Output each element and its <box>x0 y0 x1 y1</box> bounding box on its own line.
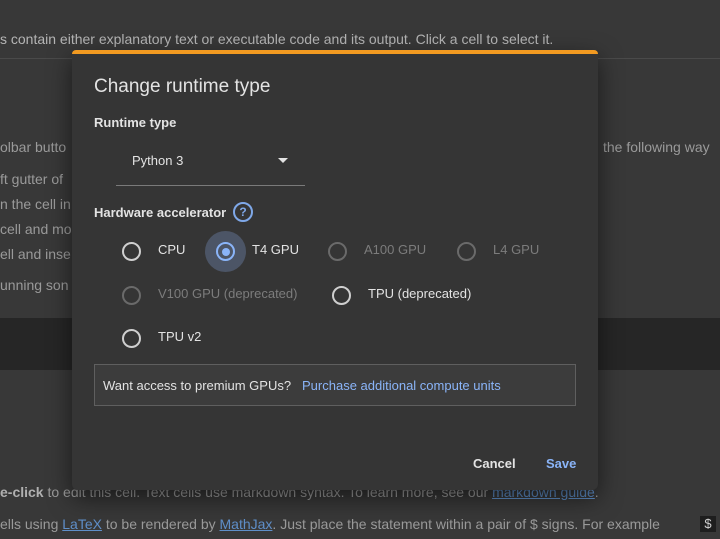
intro-text: s contain either explanatory text or exe… <box>0 31 554 47</box>
text-line-latex: ells using LaTeX to be rendered by MathJ… <box>0 516 660 532</box>
text-fragment: ft gutter of <box>0 171 64 187</box>
radio-label: CPU <box>158 242 186 257</box>
radio-label: L4 GPU <box>493 242 540 257</box>
radio-label: V100 GPU (deprecated) <box>158 286 298 301</box>
cancel-button[interactable]: Cancel <box>473 456 516 471</box>
hardware-accelerator-label: Hardware accelerator <box>94 205 227 220</box>
radio-button[interactable] <box>332 286 351 305</box>
radio-label: A100 GPU <box>364 242 427 257</box>
radio-button[interactable] <box>122 329 141 348</box>
dialog-progress-bar <box>72 50 598 54</box>
radio-label: TPU v2 <box>158 329 202 344</box>
dropdown-arrow-icon <box>278 158 288 163</box>
radio-button-disabled <box>328 242 347 261</box>
text-fragment: olbar butto <box>0 139 67 155</box>
radio-button[interactable] <box>122 242 141 261</box>
text-fragment: n the cell in <box>0 196 71 212</box>
radio-label: T4 GPU <box>252 242 299 257</box>
runtime-type-select[interactable]: Python 3 <box>116 142 305 186</box>
change-runtime-dialog: Change runtime type Runtime type Python … <box>72 50 598 490</box>
purchase-compute-units-link[interactable]: Purchase additional compute units <box>302 378 501 393</box>
inline-code-chip: $ <box>700 516 716 532</box>
body-text: to be rendered by <box>101 516 220 532</box>
bold-text: e-click <box>0 484 44 500</box>
premium-gpu-banner: Want access to premium GPUs? Purchase ad… <box>94 364 576 406</box>
help-icon[interactable]: ? <box>233 202 253 222</box>
radio-button-selected[interactable] <box>216 242 235 261</box>
text-fragment: cell and mo <box>0 221 72 237</box>
mathjax-link[interactable]: MathJax <box>220 516 273 532</box>
radio-button-disabled <box>457 242 476 261</box>
premium-banner-text: Want access to premium GPUs? <box>103 378 292 393</box>
runtime-type-value: Python 3 <box>132 153 184 168</box>
latex-link[interactable]: LaTeX <box>62 516 102 532</box>
runtime-type-label: Runtime type <box>94 115 177 130</box>
text-fragment: the following way <box>603 139 710 155</box>
body-text: ells using <box>0 516 63 532</box>
body-text: . Just place the statement within a pair… <box>272 516 660 532</box>
dialog-title: Change runtime type <box>94 76 271 97</box>
text-fragment: unning son <box>0 277 69 293</box>
radio-label: TPU (deprecated) <box>368 286 472 301</box>
save-button[interactable]: Save <box>546 456 576 471</box>
radio-button-disabled <box>122 286 141 305</box>
text-fragment: ell and inse <box>0 246 71 262</box>
